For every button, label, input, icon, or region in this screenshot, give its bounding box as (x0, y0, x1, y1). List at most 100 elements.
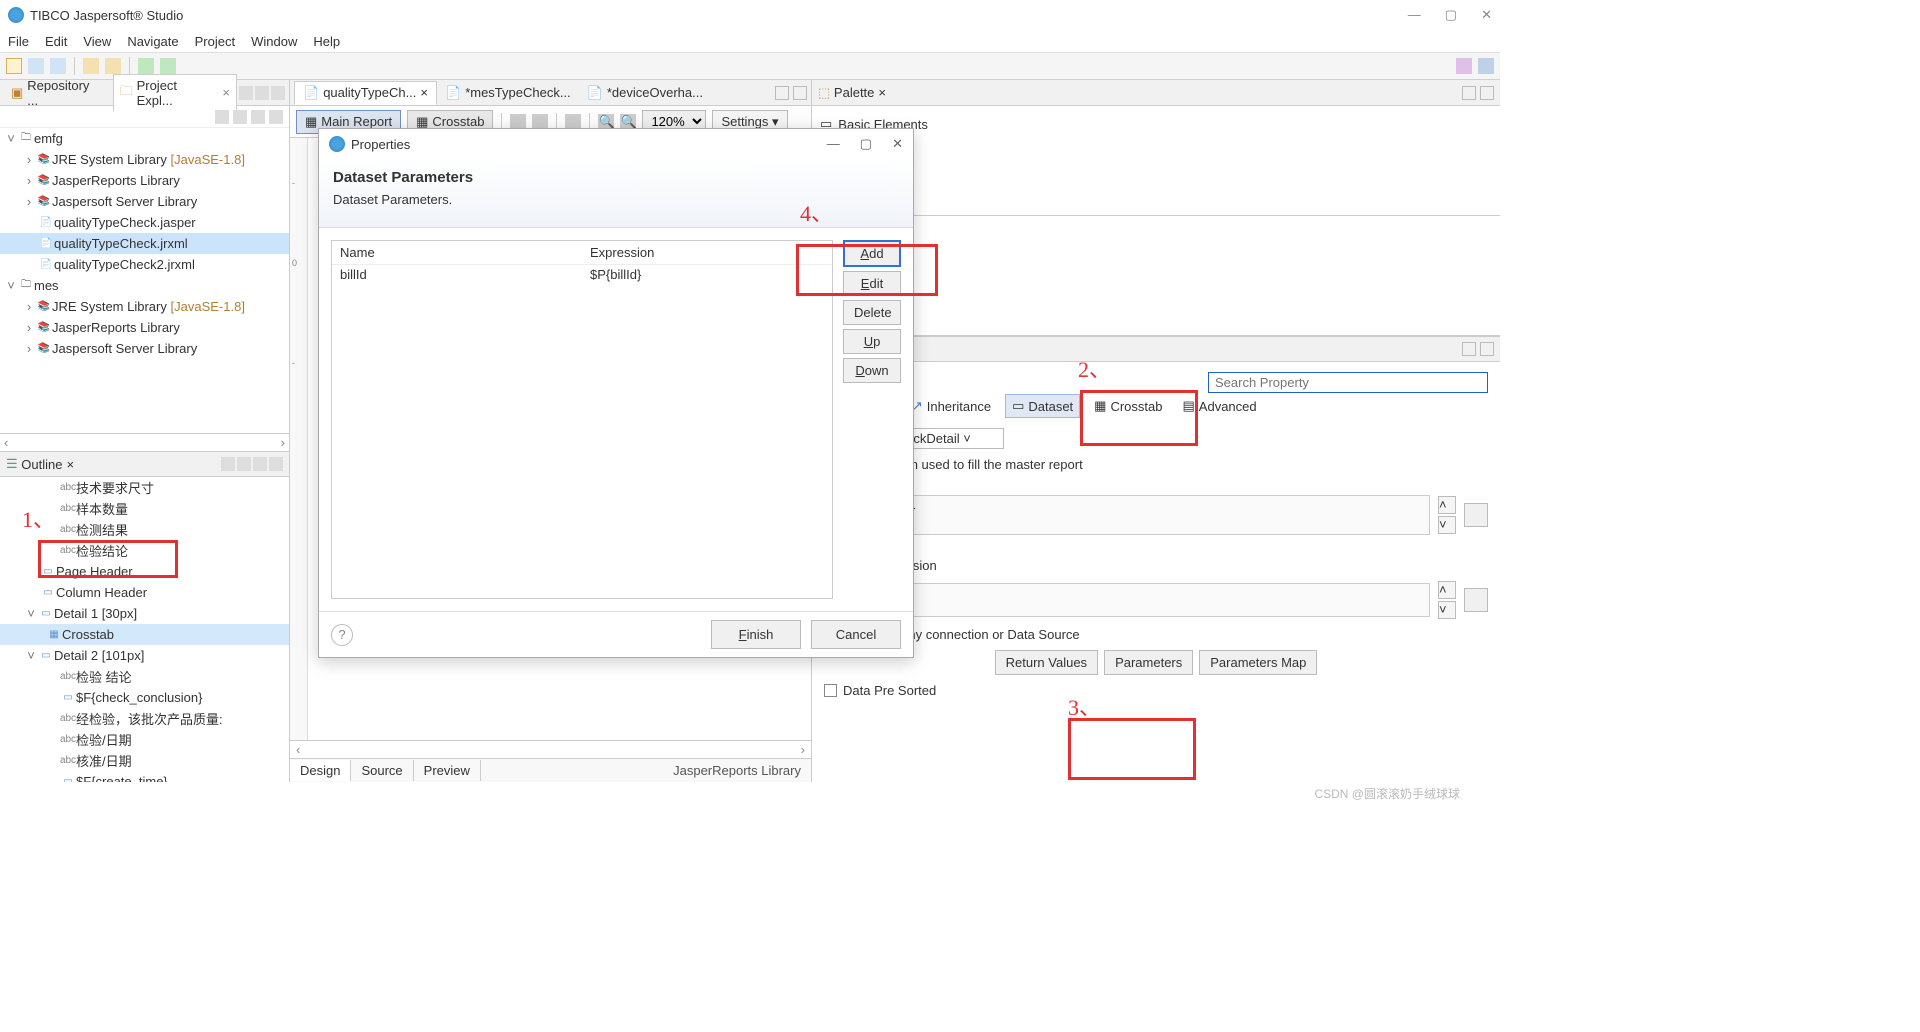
tab-preview[interactable]: Preview (414, 760, 481, 781)
maximize-editor-icon[interactable] (793, 86, 807, 100)
save-all-icon[interactable] (50, 58, 66, 74)
ptab-dataset[interactable]: ▭Dataset (1005, 394, 1080, 418)
props-min-icon[interactable] (1462, 342, 1476, 356)
close-tab-icon[interactable]: × (222, 85, 230, 100)
conn-desc-2: r connection (824, 472, 1488, 487)
scroll-left-icon[interactable]: ‹ (296, 742, 300, 757)
params-table[interactable]: Name Expression billId $P{billId} (331, 240, 833, 599)
scroll-down-icon-2[interactable]: ˅ (1438, 601, 1456, 619)
palette-icon: ⬚ (818, 85, 830, 101)
palette-elements[interactable]: ements (818, 222, 1494, 245)
repository-icon: ▣ (11, 85, 23, 101)
perspective-icon[interactable] (1456, 58, 1472, 74)
scroll-up-icon-2[interactable]: ˄ (1438, 581, 1456, 599)
col-expression: Expression (582, 241, 832, 264)
maximize-icon[interactable]: ▢ (1445, 7, 1457, 23)
editor-tab-2[interactable]: 📄*mesTypeCheck... (437, 82, 579, 104)
properties-dialog: Properties — ▢ ✕ Dataset Parameters Data… (318, 128, 914, 658)
save-icon[interactable] (28, 58, 44, 74)
datasource-expr[interactable] (824, 583, 1430, 617)
dialog-maximize-icon[interactable]: ▢ (860, 136, 872, 152)
collapse-icon[interactable] (215, 110, 229, 124)
dialog-title: Properties (351, 137, 410, 152)
parameters-button[interactable]: Parameters (1104, 650, 1193, 675)
connection-expr[interactable]: ONNECTION} (824, 495, 1430, 535)
ptab-advanced[interactable]: ▤Advanced (1177, 395, 1263, 417)
dialog-heading: Dataset Parameters (333, 169, 899, 186)
ptab-crosstab[interactable]: ▦Crosstab (1088, 395, 1168, 417)
search-property-input[interactable] (1208, 372, 1488, 393)
cancel-button[interactable]: Cancel (811, 620, 901, 649)
outline-tb-icon[interactable] (221, 457, 235, 471)
menu-bar: File Edit View Navigate Project Window H… (0, 30, 1500, 52)
minimize-editor-icon[interactable] (775, 86, 789, 100)
filter-icon[interactable] (251, 110, 265, 124)
build-icon[interactable] (138, 58, 154, 74)
perspective-icon-2[interactable] (1478, 58, 1494, 74)
help-icon[interactable]: ? (331, 624, 353, 646)
menu-view[interactable]: View (83, 34, 111, 49)
parameters-map-button[interactable]: Parameters Map (1199, 650, 1317, 675)
edit-expr-icon-2[interactable] (1464, 588, 1488, 612)
ptab-inheritance[interactable]: ↗Inheritance (906, 395, 997, 417)
close-icon[interactable]: ✕ (1481, 7, 1492, 23)
down-button[interactable]: Down (843, 358, 901, 383)
max-palette-icon[interactable] (1480, 86, 1494, 100)
dialog-minimize-icon[interactable]: — (827, 136, 840, 152)
menu-navigate[interactable]: Navigate (127, 34, 178, 49)
menu-help[interactable]: Help (313, 34, 340, 49)
outline-tree[interactable]: abc技术要求尺寸 abc样本数量 abc检测结果 abc检验结论 ▭Page … (0, 477, 289, 782)
link-icon[interactable] (233, 110, 247, 124)
scroll-down-icon[interactable]: ˅ (1438, 516, 1456, 534)
palette-basic[interactable]: ▭Basic Elements (818, 112, 1494, 136)
more-icon[interactable] (269, 110, 283, 124)
dialog-close-icon[interactable]: ✕ (892, 136, 903, 152)
close-palette-icon[interactable]: × (878, 85, 886, 100)
minimize-outline-icon[interactable] (253, 457, 267, 471)
table-row[interactable]: billId $P{billId} (332, 265, 832, 284)
menu-window[interactable]: Window (251, 34, 297, 49)
delete-button[interactable]: Delete (843, 300, 901, 325)
scroll-right-icon[interactable]: › (281, 435, 285, 450)
close-outline-icon[interactable]: × (66, 457, 74, 472)
edit-expr-icon[interactable] (1464, 503, 1488, 527)
tab-source[interactable]: Source (351, 760, 413, 781)
maximize-view-icon[interactable] (271, 86, 285, 100)
minimize-icon[interactable]: — (1408, 7, 1421, 23)
minimize-view-icon[interactable] (255, 86, 269, 100)
scroll-up-icon[interactable]: ˄ (1438, 496, 1456, 514)
run-icon[interactable] (160, 58, 176, 74)
vertical-ruler: - 0 - (290, 138, 308, 740)
maximize-outline-icon[interactable] (269, 457, 283, 471)
conn-desc: DBC connection used to fill the master r… (824, 457, 1488, 472)
editor-tab-1[interactable]: 📄qualityTypeCh...× (294, 81, 437, 105)
title-bar: TIBCO Jaspersoft® Studio — ▢ ✕ (0, 0, 1500, 30)
ds-desc-2: asource expression (824, 558, 1488, 573)
folder-icon: 🗀 (120, 82, 133, 104)
outline-icon: ☰ (6, 456, 18, 472)
redo-icon[interactable] (105, 58, 121, 74)
data-pre-sorted-check[interactable]: Data Pre Sorted (824, 683, 936, 698)
min-palette-icon[interactable] (1462, 86, 1476, 100)
undo-icon[interactable] (83, 58, 99, 74)
up-button[interactable]: Up (843, 329, 901, 354)
return-values-button[interactable]: Return Values (995, 650, 1098, 675)
scroll-right-icon[interactable]: › (801, 742, 805, 757)
menu-edit[interactable]: Edit (45, 34, 67, 49)
scroll-left-icon[interactable]: ‹ (4, 435, 8, 450)
edit-button[interactable]: Edit (843, 271, 901, 296)
new-icon[interactable] (6, 58, 22, 74)
outline-crosstab[interactable]: ▦Crosstab (0, 624, 289, 645)
finish-button[interactable]: Finish (711, 620, 801, 649)
right-panel: ⬚ Palette × ▭Basic Elements ements ⚠ Pro… (812, 80, 1500, 782)
menu-project[interactable]: Project (195, 34, 235, 49)
editor-tab-3[interactable]: 📄*deviceOverha... (579, 82, 711, 104)
props-max-icon[interactable] (1480, 342, 1494, 356)
outline-tb-icon-2[interactable] (237, 457, 251, 471)
outline-view-header: ☰ Outline × (0, 451, 289, 477)
add-button[interactable]: AAdddd (843, 240, 901, 267)
tab-design[interactable]: Design (290, 760, 351, 781)
project-tree[interactable]: ˅🗀emfg ›📚JRE System Library [JavaSE-1.8]… (0, 128, 289, 433)
view-menu-icon[interactable] (239, 86, 253, 100)
menu-file[interactable]: File (8, 34, 29, 49)
